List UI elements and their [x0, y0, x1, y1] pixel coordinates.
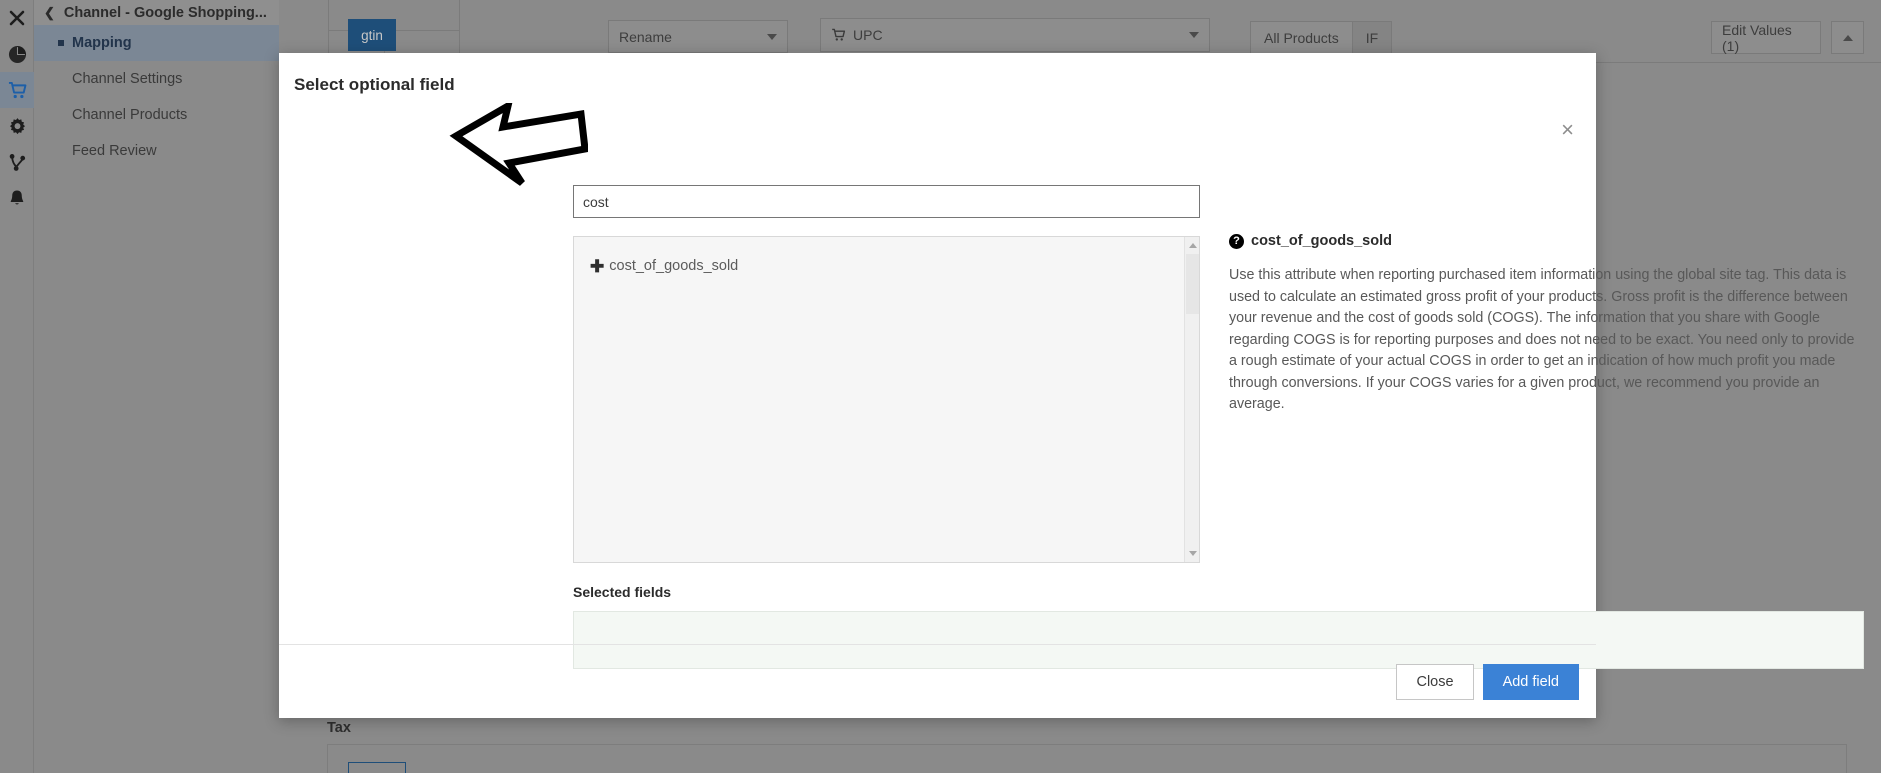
- sidebar-item-label: Channel Settings: [72, 71, 183, 87]
- icon-rail: [0, 0, 34, 773]
- cart-icon: [831, 28, 846, 42]
- field-detail-description: Use this attribute when reporting purcha…: [1229, 267, 1855, 412]
- product-scope-segment: All Products IF: [1250, 21, 1393, 54]
- nav-panel: ❮ Channel - Google Shopping... Mapping C…: [34, 0, 279, 773]
- select-optional-field-dialog: Select optional field × ✚ cost_of_goods_…: [279, 53, 1864, 718]
- results-scrollbar[interactable]: [1184, 237, 1199, 562]
- plus-icon: ✚: [590, 256, 605, 276]
- tax-section-box: [327, 744, 1847, 773]
- help-icon: ?: [1229, 233, 1244, 249]
- edit-values-label: Edit Values (1): [1722, 21, 1792, 54]
- collapse-toggle-button[interactable]: [1831, 21, 1864, 54]
- chevron-down-icon: [1189, 32, 1199, 38]
- nav-header[interactable]: ❮ Channel - Google Shopping...: [34, 0, 279, 25]
- search-input[interactable]: [573, 185, 1200, 218]
- rename-select-value: Rename: [619, 28, 672, 45]
- upc-select[interactable]: UPC: [820, 18, 1210, 52]
- sidebar-item-channel-products[interactable]: Channel Products: [34, 97, 279, 133]
- segment-all-products[interactable]: All Products: [1250, 21, 1353, 54]
- share-icon[interactable]: [0, 144, 34, 180]
- cart-icon[interactable]: [0, 72, 34, 108]
- sidebar-item-channel-settings[interactable]: Channel Settings: [34, 61, 279, 97]
- nav-header-label: Channel - Google Shopping...: [63, 4, 267, 21]
- field-detail-title-row: ? cost_of_goods_sold: [1229, 233, 1864, 249]
- sidebar-item-label: Mapping: [72, 35, 132, 51]
- tax-section-header: Tax: [327, 720, 351, 736]
- field-detail-title: cost_of_goods_sold: [1251, 233, 1392, 249]
- list-item-label: cost_of_goods_sold: [609, 258, 739, 274]
- field-results-list: ✚ cost_of_goods_sold: [573, 236, 1200, 563]
- dialog-title: Select optional field: [294, 75, 455, 94]
- bell-icon[interactable]: [0, 180, 34, 216]
- dialog-header: Select optional field: [279, 53, 1596, 119]
- selected-fields-label: Selected fields: [573, 584, 672, 600]
- segment-label: IF: [1365, 29, 1379, 46]
- scroll-up-icon[interactable]: [1185, 238, 1200, 253]
- field-detail-pane: ? cost_of_goods_sold Use this attribute …: [1229, 233, 1864, 416]
- list-item[interactable]: ✚ cost_of_goods_sold: [574, 251, 1199, 281]
- field-chip-gtin[interactable]: gtin: [348, 19, 396, 51]
- scrollbar-thumb[interactable]: [1186, 254, 1199, 314]
- close-icon[interactable]: [0, 0, 34, 36]
- chevron-up-icon: [1842, 34, 1853, 41]
- segment-if[interactable]: IF: [1352, 21, 1393, 54]
- tax-field-chip[interactable]: [348, 762, 406, 773]
- add-field-button[interactable]: Add field: [1482, 663, 1579, 700]
- upc-select-value: UPC: [853, 27, 883, 43]
- back-chevron-icon[interactable]: ❮: [44, 5, 55, 21]
- rename-select[interactable]: Rename: [608, 20, 788, 53]
- sidebar-item-label: Channel Products: [72, 107, 188, 123]
- sidebar-item-feed-review[interactable]: Feed Review: [34, 133, 279, 169]
- dialog-footer: Close Add field: [279, 644, 1596, 718]
- chevron-down-icon: [767, 33, 777, 40]
- analytics-icon[interactable]: [0, 36, 34, 72]
- scroll-down-icon[interactable]: [1185, 546, 1200, 561]
- close-button[interactable]: Close: [1396, 663, 1474, 700]
- close-icon[interactable]: ×: [1561, 119, 1574, 141]
- sidebar-item-mapping[interactable]: Mapping: [34, 25, 279, 61]
- gear-icon[interactable]: [0, 108, 34, 144]
- segment-label: All Products: [1264, 29, 1339, 46]
- screen: ❮ Channel - Google Shopping... Mapping C…: [0, 0, 1881, 773]
- sidebar-item-label: Feed Review: [72, 143, 157, 159]
- field-chip-label: gtin: [361, 27, 383, 43]
- edit-values-button[interactable]: Edit Values (1): [1711, 21, 1821, 54]
